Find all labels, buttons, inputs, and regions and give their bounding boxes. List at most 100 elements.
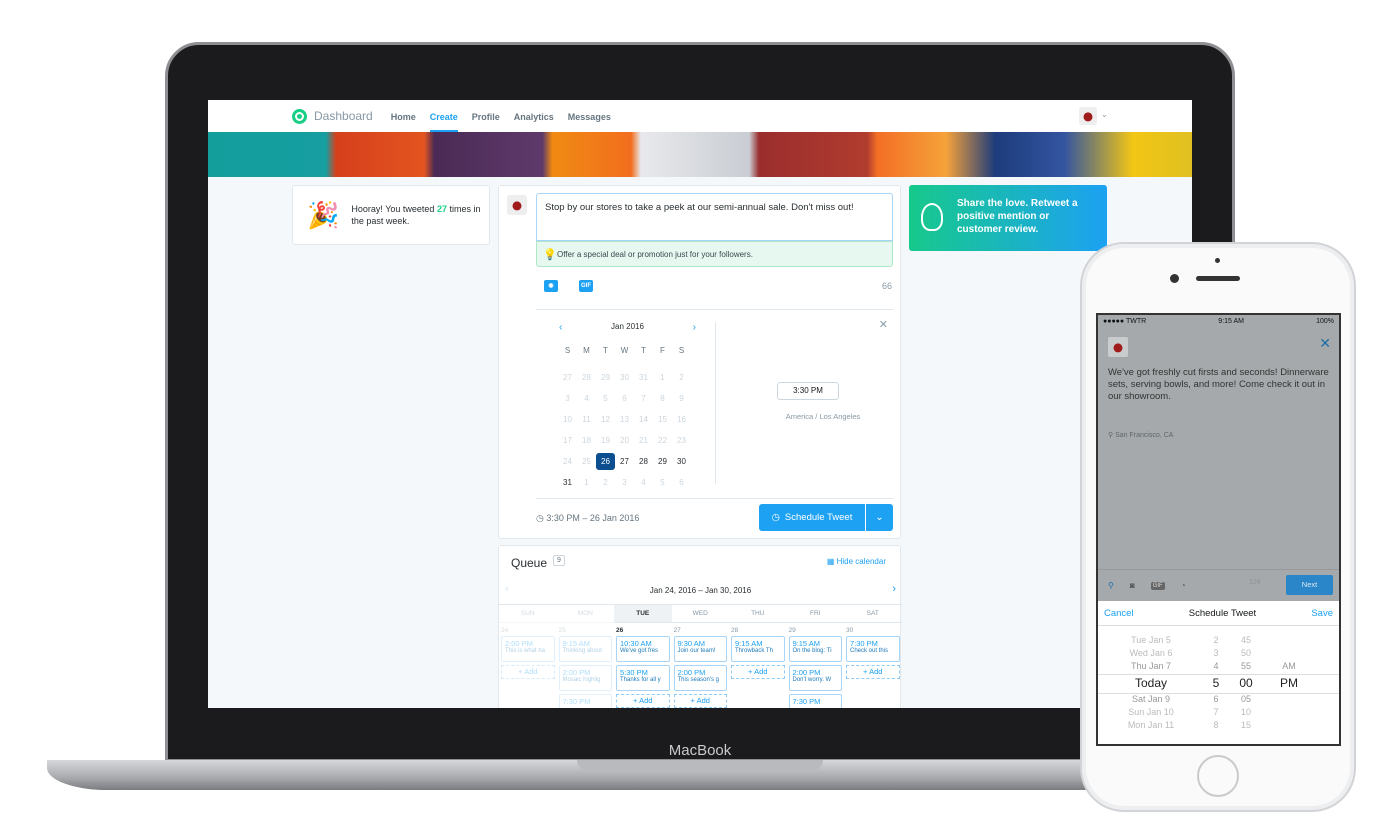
calendar-day[interactable]: 31: [558, 474, 577, 491]
location[interactable]: ⚲ San Francisco, CA: [1108, 431, 1173, 439]
calendar-day[interactable]: 18: [577, 432, 596, 449]
time-input[interactable]: 3:30 PM: [777, 382, 839, 400]
calendar-day[interactable]: 22: [653, 432, 672, 449]
picker-option[interactable]: 05: [1231, 693, 1261, 706]
scheduled-tweet[interactable]: 2:00 PM Mosaic highlig: [558, 665, 612, 691]
scheduled-tweet[interactable]: 5:30 PM Thanks for all y: [616, 665, 670, 691]
brand-name[interactable]: Dashboard: [314, 109, 373, 123]
calendar-day[interactable]: 14: [634, 411, 653, 428]
calendar-day[interactable]: 15: [653, 411, 672, 428]
scheduled-tweet[interactable]: 9:30 AM Join our team!: [673, 636, 727, 662]
calendar-day[interactable]: 10: [558, 411, 577, 428]
calendar-day[interactable]: 6: [615, 390, 634, 407]
chevron-left-icon[interactable]: ‹: [559, 322, 562, 336]
picker-option[interactable]: 50: [1231, 647, 1261, 660]
picker-option[interactable]: 15: [1231, 719, 1261, 732]
add-tweet-button[interactable]: + Add: [673, 694, 727, 708]
calendar-day[interactable]: 16: [672, 411, 691, 428]
cancel-button[interactable]: Cancel: [1104, 608, 1134, 619]
calendar-day[interactable]: 24: [558, 453, 577, 470]
picker-option[interactable]: [1274, 719, 1304, 732]
calendar-day[interactable]: 6: [672, 474, 691, 491]
picker-option[interactable]: 5: [1208, 673, 1224, 693]
scheduled-tweet[interactable]: 9:15 AM On the blog: Ti: [788, 636, 842, 662]
nav-profile[interactable]: Profile: [472, 100, 500, 132]
scheduled-tweet[interactable]: 2:00 PM This is what ha: [501, 636, 555, 662]
save-button[interactable]: Save: [1311, 608, 1333, 619]
scheduled-tweet[interactable]: 7:30 PM: [558, 694, 612, 708]
hide-calendar-link[interactable]: ▦ Hide calendar: [827, 557, 886, 566]
promo-card[interactable]: Share the love. Retweet a positive menti…: [909, 185, 1107, 251]
chevron-down-icon[interactable]: ⌄: [1101, 110, 1108, 119]
scheduled-tweet[interactable]: 2:00 PM Don't worry. W: [788, 665, 842, 691]
picker-option[interactable]: Sat Jan 9: [1120, 693, 1182, 706]
gif-button[interactable]: GIF: [1150, 581, 1165, 590]
tweet-textarea[interactable]: Stop by our stores to take a peek at our…: [536, 193, 893, 241]
picker-option[interactable]: [1274, 647, 1304, 660]
nav-create[interactable]: Create: [429, 100, 458, 132]
camera-icon[interactable]: ◉: [544, 280, 558, 292]
poll-icon[interactable]: ◔: [1181, 581, 1186, 590]
picker-option[interactable]: 55: [1231, 660, 1261, 673]
calendar-day[interactable]: 2: [596, 474, 615, 491]
picker-column-minutes[interactable]: 45 50 55 00 05 10 15: [1231, 634, 1261, 732]
scheduled-tweet[interactable]: 7:30 PM: [788, 694, 842, 708]
picker-option[interactable]: Tue Jan 5: [1120, 634, 1182, 647]
picker-option[interactable]: Thu Jan 7: [1120, 660, 1182, 673]
calendar-day[interactable]: 4: [577, 390, 596, 407]
scheduled-tweet[interactable]: 10:30 AM We've got fres: [616, 636, 670, 662]
picker-column-hours[interactable]: 2345678: [1208, 634, 1224, 732]
calendar-day[interactable]: 11: [577, 411, 596, 428]
calendar-day[interactable]: 9: [672, 390, 691, 407]
calendar-day[interactable]: 26: [596, 453, 615, 470]
picker-option[interactable]: [1274, 706, 1304, 719]
picker-option[interactable]: [1274, 693, 1304, 706]
picker-option[interactable]: PM: [1274, 673, 1304, 693]
location-pin-icon[interactable]: ⚲: [1108, 581, 1114, 590]
calendar-day[interactable]: 28: [577, 369, 596, 386]
picker-option[interactable]: 2: [1208, 634, 1224, 647]
calendar-day[interactable]: 1: [577, 474, 596, 491]
calendar-day[interactable]: 23: [672, 432, 691, 449]
calendar-day[interactable]: 21: [634, 432, 653, 449]
calendar-day[interactable]: 31: [634, 369, 653, 386]
next-week-icon[interactable]: ›: [892, 583, 896, 595]
calendar-day[interactable]: 4: [634, 474, 653, 491]
calendar-day[interactable]: 3: [615, 474, 634, 491]
phone-home-button[interactable]: [1197, 755, 1239, 797]
calendar-day[interactable]: 8: [653, 390, 672, 407]
tweet-text[interactable]: We've got freshly cut firsts and seconds…: [1108, 367, 1333, 403]
close-icon[interactable]: ✕: [879, 318, 888, 331]
picker-column-days[interactable]: Tue Jan 5 Wed Jan 6 Thu Jan 7 Today Sat Jan …: [1120, 634, 1182, 732]
picker-option[interactable]: 8: [1208, 719, 1224, 732]
nav-messages[interactable]: Messages: [568, 100, 611, 132]
scheduled-tweet[interactable]: 7:30 PM Check out this: [846, 636, 900, 662]
calendar-day[interactable]: 17: [558, 432, 577, 449]
nav-home[interactable]: Home: [391, 100, 416, 132]
picker-option[interactable]: 6: [1208, 693, 1224, 706]
calendar-day[interactable]: 27: [615, 453, 634, 470]
picker-option[interactable]: 45: [1231, 634, 1261, 647]
add-tweet-button[interactable]: + Add: [616, 694, 670, 708]
chevron-right-icon[interactable]: ›: [693, 322, 696, 336]
picker-option[interactable]: 3: [1208, 647, 1224, 660]
calendar-day[interactable]: 5: [596, 390, 615, 407]
calendar-day[interactable]: 3: [558, 390, 577, 407]
picker-option[interactable]: 7: [1208, 706, 1224, 719]
picker-option[interactable]: [1274, 634, 1304, 647]
close-icon[interactable]: ✕: [1319, 335, 1331, 352]
scheduled-tweet[interactable]: 9:15 AM Thinking about: [558, 636, 612, 662]
date-time-picker[interactable]: Tue Jan 5 Wed Jan 6 Thu Jan 7 Today Sat Jan …: [1098, 626, 1339, 744]
picker-column-ampm[interactable]: AM PM: [1274, 634, 1304, 732]
calendar-day[interactable]: 1: [653, 369, 672, 386]
calendar-day[interactable]: 25: [577, 453, 596, 470]
add-tweet-button[interactable]: + Add: [501, 665, 555, 679]
calendar-day[interactable]: 29: [653, 453, 672, 470]
picker-option[interactable]: 4: [1208, 660, 1224, 673]
camera-icon[interactable]: ◙: [1130, 581, 1135, 590]
calendar-day[interactable]: 29: [596, 369, 615, 386]
calendar-day[interactable]: 30: [615, 369, 634, 386]
gif-button[interactable]: GIF: [579, 280, 593, 292]
calendar-day[interactable]: 28: [634, 453, 653, 470]
calendar-day[interactable]: 7: [634, 390, 653, 407]
